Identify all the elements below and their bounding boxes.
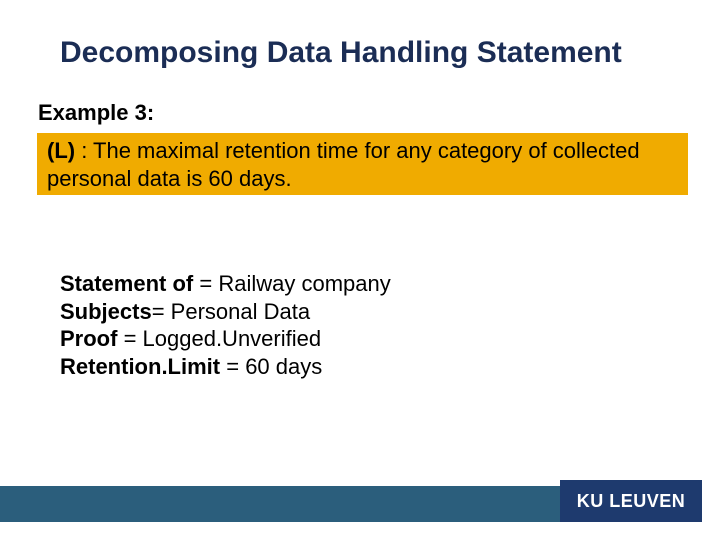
footer-bar: KU LEUVEN [0,480,720,522]
slide-title: Decomposing Data Handling Statement [60,36,622,70]
decomposition-line: Subjects= Personal Data [60,298,391,326]
decomposition-key: Proof [60,326,117,351]
decomposition-sep: = [193,271,218,296]
decomposition-key: Subjects [60,299,152,324]
decomposition-sep: = [117,326,142,351]
decomposition-key: Retention.Limit [60,354,220,379]
decomposition-value: Personal Data [171,299,310,324]
decomposition-sep: = [152,299,171,324]
decomposition-block: Statement of = Railway company Subjects=… [60,270,391,380]
example-label: Example 3: [38,100,154,126]
decomposition-value: Railway company [218,271,390,296]
footer-brand-badge: KU LEUVEN [560,480,702,522]
decomposition-value: Logged.Unverified [143,326,322,351]
decomposition-sep: = [220,354,245,379]
decomposition-value: 60 days [245,354,322,379]
statement-text: : The maximal retention time for any cat… [47,138,640,191]
footer-bar-accent [0,486,560,522]
decomposition-line: Statement of = Railway company [60,270,391,298]
decomposition-line: Proof = Logged.Unverified [60,325,391,353]
statement-highlight: (L) : The maximal retention time for any… [37,133,688,195]
statement-prefix: (L) [47,138,75,163]
decomposition-line: Retention.Limit = 60 days [60,353,391,381]
decomposition-key: Statement of [60,271,193,296]
